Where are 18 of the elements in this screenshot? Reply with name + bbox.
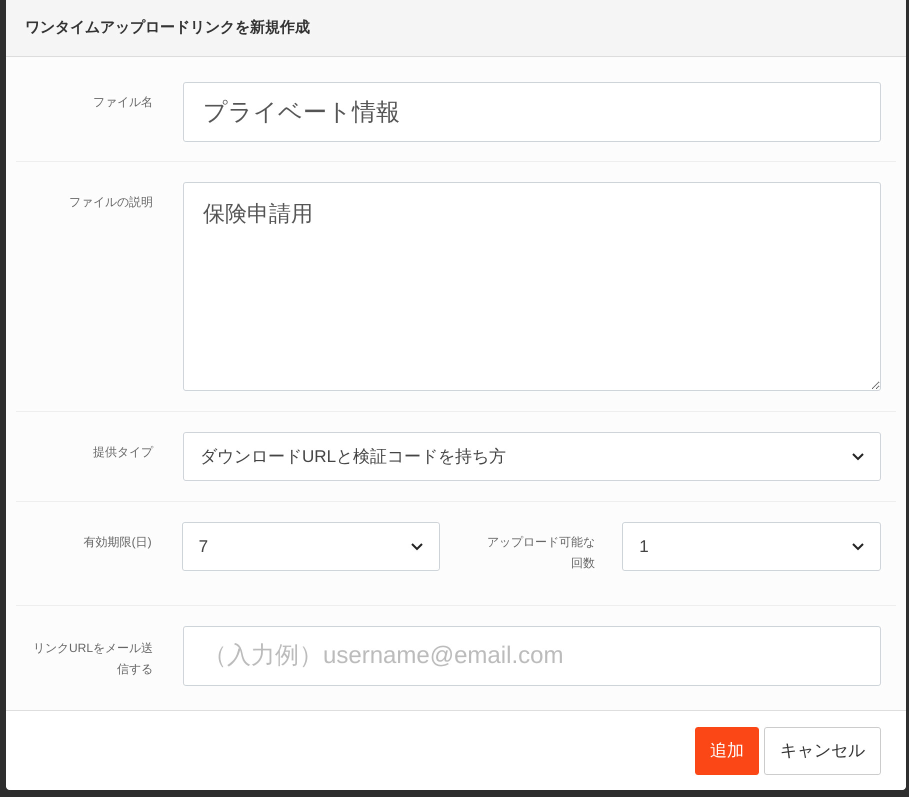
email-field[interactable]: （入力例）username@email.com (183, 626, 881, 686)
select-field[interactable]: 1 (622, 522, 881, 571)
dialog-title: ワンタイムアップロードリンクを新規作成 (25, 18, 310, 38)
field-label: アップロード可能な回数 (486, 534, 596, 572)
field-label: リンクURLをメール送信する (32, 640, 153, 678)
chevron-down-icon (852, 452, 864, 460)
field-label: ファイル名 (92, 94, 153, 111)
field-label: 有効期限(日) (82, 534, 152, 551)
add-button[interactable]: 追加 (695, 727, 759, 775)
cancel-button[interactable]: キャンセル (764, 727, 881, 775)
field-label: ファイルの説明 (68, 194, 153, 211)
chevron-down-icon (411, 542, 424, 550)
select-field[interactable]: ダウンロードURLと検証コードを持ち方 (183, 432, 881, 481)
field-label: 提供タイプ (92, 444, 154, 461)
select-field[interactable]: 7 (182, 522, 440, 571)
text-field[interactable]: プライベート情報 (183, 82, 881, 142)
chevron-down-icon (852, 542, 864, 550)
description-field[interactable]: 保険申請用 (183, 182, 881, 391)
